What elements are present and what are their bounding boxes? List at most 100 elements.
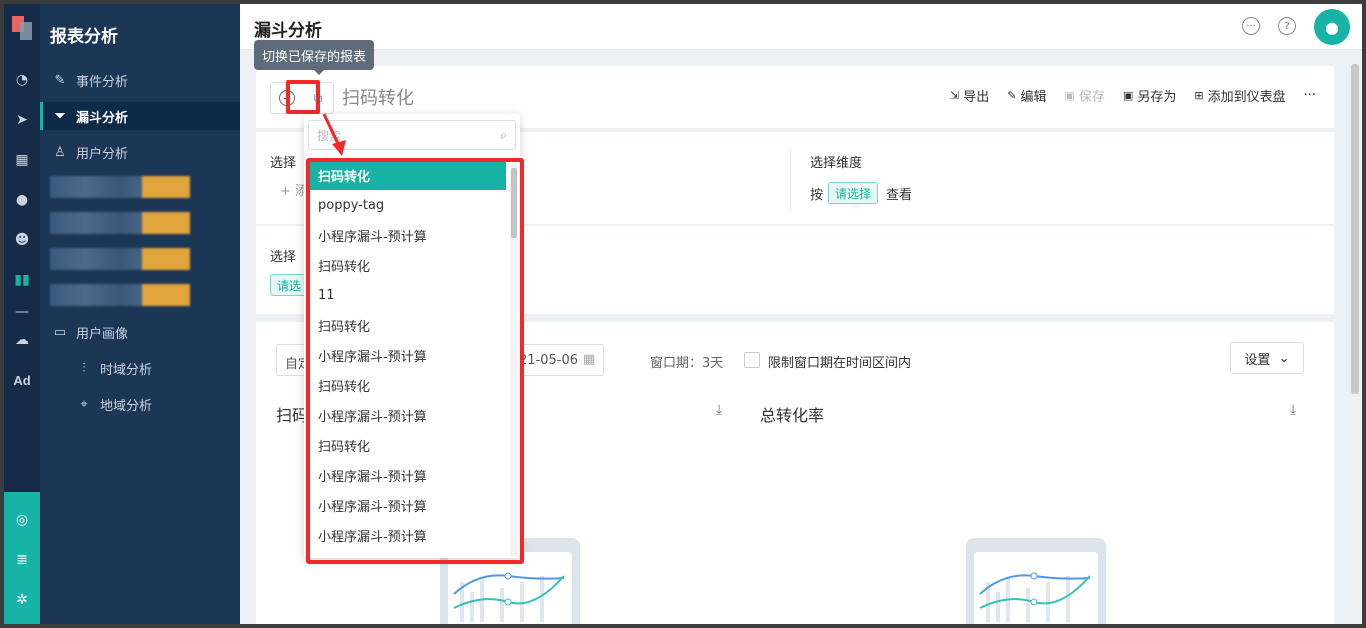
send-icon[interactable]: ➤ [10,110,34,130]
settings-label: 设置 [1244,352,1271,368]
report-option[interactable]: 扫码转化 [310,160,506,190]
step-label: 选择 [270,156,297,171]
sidebar-title: 报表分析 [50,27,118,47]
wechat-icon[interactable]: ☁ [10,330,34,350]
report-option[interactable]: 小程序漏斗-预计算 [310,520,506,550]
divider-icon: — [15,304,29,320]
chart-title-2: 总转化率 [760,406,825,425]
divider [790,150,791,210]
page-title: 漏斗分析 [254,21,322,41]
report-option[interactable]: 扫码转化 [310,430,506,460]
sidebar-item-user-analysis[interactable]: ♙ 用户分析 [40,138,240,166]
save-icon: ▣ [1064,89,1075,102]
window-period: 窗口期：3天 [650,356,724,371]
dropdown-scroll-thumb[interactable] [511,168,517,238]
sidebar-item-label: 事件分析 [76,74,129,90]
funnel-icon: ⏷ [54,108,66,124]
dimension-prefix: 按 [810,188,824,203]
export-icon: ⇲ [950,89,960,102]
blurred-item [50,212,190,234]
layout-icon[interactable]: ▦ [10,150,34,170]
sidebar-item-label: 漏斗分析 [76,110,129,126]
chevron-down-icon: ⌄ [1278,350,1290,366]
report-title: 扫码转化 [342,88,414,109]
sidebar-item-time-analysis[interactable]: ⫶ 时域分析 [40,354,240,382]
edit-icon: ✎ [1007,89,1017,102]
main-content: 漏斗分析 ··· ? ● 切换已保存的报表 + ⧉ 扫码转化 ⇲ 导出 ✎ 编辑 ▣… [240,4,1362,624]
page-scrollbar[interactable] [1350,56,1360,616]
report-option[interactable]: 小程序漏斗-预计算 [310,340,506,370]
action-bar: ⇲ 导出 ✎ 编辑 ▣ 保存 ▣ 另存为 ⊞ 添加到仪表盘 ··· [950,86,1316,105]
dimension-select[interactable]: 请选择 [828,182,879,204]
gear-icon[interactable]: ✲ [12,590,32,610]
folder-icon: ▭ [53,324,67,340]
sidebar-item-user-profile[interactable]: ▭ 用户画像 [40,318,240,346]
server-icon[interactable]: ≣ [12,550,32,570]
add-dashboard-label: 添加到仪表盘 [1207,90,1286,105]
location-icon: ⌖ [80,396,88,412]
rail-bottom-panel: ◎ ≣ ✲ [4,492,40,624]
blurred-item [50,284,190,306]
chart-placeholder-icon [979,572,1091,622]
report-option[interactable]: 11 [310,280,506,310]
export-button[interactable]: ⇲ 导出 [950,86,989,105]
users-icon[interactable]: ☻ [10,230,34,250]
help-icon[interactable]: ? [1278,17,1296,35]
sidebar: 报表分析 ✎ 事件分析 ⏷ 漏斗分析 ♙ 用户分析 ▭ 用户画像 ⫶ 时域分析 … [40,4,240,624]
limit-window-checkbox[interactable] [744,352,760,368]
sidebar-item-event-analysis[interactable]: ✎ 事件分析 [40,66,240,94]
save-as-icon: ▣ [1122,89,1134,102]
report-option[interactable]: 扫码转化 [310,310,506,340]
report-option[interactable]: 小程序漏斗-预计算 [310,400,506,430]
save-button[interactable]: ▣ 保存 [1065,86,1105,105]
avatar[interactable]: ● [1314,9,1350,45]
edit-label: 编辑 [1020,90,1047,105]
dimension-label: 选择维度 [810,156,863,171]
chat-icon[interactable]: ··· [1242,17,1260,35]
scrollbar-thumb[interactable] [1351,64,1359,394]
report-option[interactable]: 小程序漏斗-预计算 [310,490,506,520]
download-icon[interactable]: ⤓ [1290,402,1296,418]
ad-icon[interactable]: Ad [10,370,34,390]
edit-button[interactable]: ✎ 编辑 [1007,86,1046,105]
annotation-arrow-icon [322,113,346,156]
download-icon[interactable]: ⤓ [716,402,722,418]
add-dashboard-icon: ⊞ [1194,89,1204,102]
dashboard-icon[interactable]: ◔ [10,70,34,90]
filter-select[interactable]: 请选 [270,274,309,296]
save-label: 保存 [1078,90,1105,105]
report-option[interactable]: 小程序漏斗-预计算 [310,220,506,250]
date-end: 21-05-06 [519,353,579,368]
export-label: 导出 [963,90,990,105]
app-logo-icon [12,16,32,40]
bar-chart-icon[interactable]: ▮▮ [10,270,34,290]
sidebar-item-region-analysis[interactable]: ⌖ 地域分析 [40,390,240,418]
calendar-icon: ▦ [583,352,596,367]
add-dashboard-button[interactable]: ⊞ 添加到仪表盘 [1194,86,1285,105]
report-option[interactable]: 扫码转化 [310,370,506,400]
settings-button[interactable]: 设置 ⌄ [1230,342,1304,374]
tooltip: 切换已保存的报表 [254,40,375,75]
save-as-button[interactable]: ▣ 另存为 [1123,86,1176,105]
chart-placeholder-icon [453,572,565,622]
sidebar-item-label: 用户画像 [76,326,129,342]
empty-chart-illustration [966,538,1106,624]
filter-label: 选择 [270,250,297,265]
report-option[interactable]: poppy-tag [310,190,506,220]
report-option[interactable]: 小程序漏斗-预计算 [310,460,506,490]
highlight-box [286,80,320,114]
sidebar-item-label: 用户分析 [76,146,129,162]
more-button[interactable]: ··· [1304,88,1316,103]
bar-chart-icon: ⫶ [82,360,86,376]
sidebar-item-label: 地域分析 [100,398,153,414]
network-icon[interactable]: ◎ [12,510,32,530]
sidebar-item-funnel-analysis[interactable]: ⏷ 漏斗分析 [40,102,240,130]
edit-doc-icon: ✎ [54,72,66,88]
app-window: ◔ ➤ ▦ ● ☻ ▮▮ — ☁ Ad ◎ ≣ ✲ 报表分析 ✎ 事件分析 ⏷ … [4,4,1362,624]
dropdown-scrollbar[interactable] [510,164,518,556]
saved-reports-dropdown: 搜索 ⌕ 扫码转化 poppy-tag 小程序漏斗-预计算 扫码转化 11 扫码… [304,114,520,558]
report-option[interactable]: 扫码转化 [310,250,506,280]
top-bar: 漏斗分析 ··· ? ● [240,4,1362,50]
save-as-label: 另存为 [1137,90,1177,105]
user-icon[interactable]: ● [10,190,34,210]
